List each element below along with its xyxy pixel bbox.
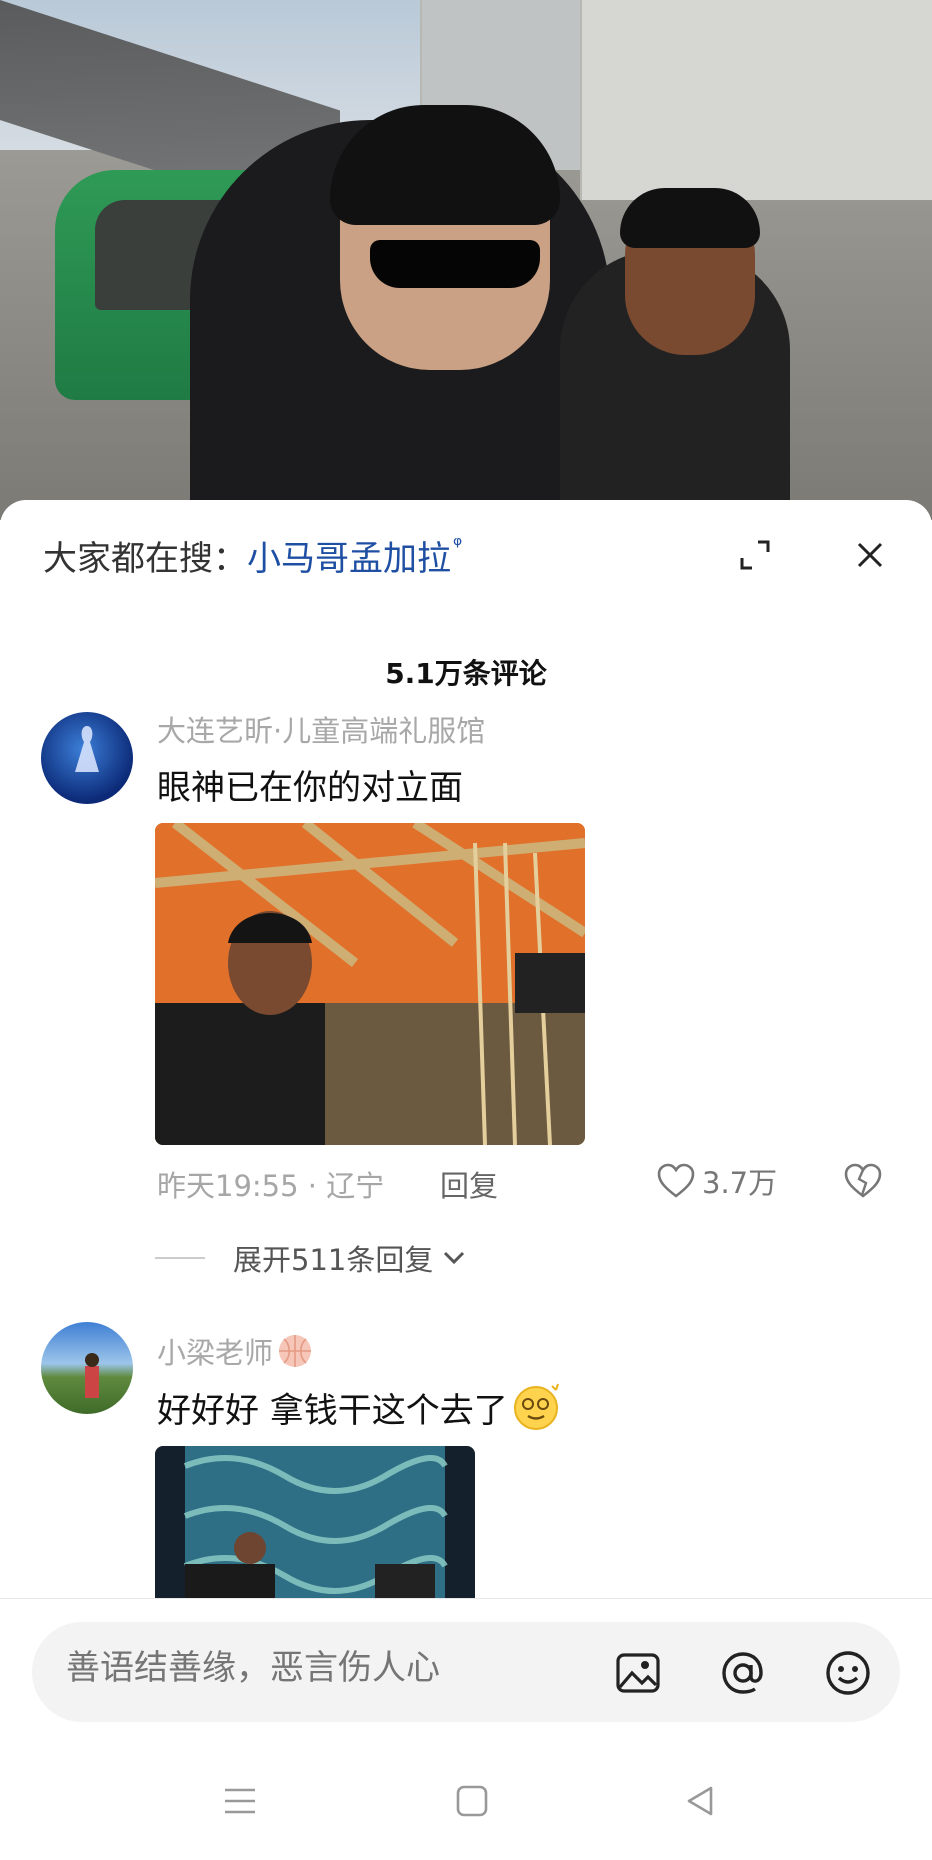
- avatar[interactable]: [41, 1322, 133, 1414]
- comment-text: 眼神已在你的对立面: [157, 768, 463, 808]
- emoji-button[interactable]: [823, 1648, 873, 1698]
- chevron-down-icon: [444, 1251, 465, 1265]
- dizzy-emoji-icon: [513, 1383, 559, 1430]
- search-suggestion-label: 大家都在搜：: [43, 538, 247, 579]
- comment-username-row[interactable]: 小梁老师: [157, 1330, 313, 1372]
- video-sunglasses: [370, 240, 540, 288]
- divider: [155, 1257, 205, 1259]
- like-count: 3.7万: [702, 1166, 778, 1200]
- comment-count: 5.1万条评论: [385, 657, 547, 690]
- expand-icon: [740, 540, 770, 570]
- comment-image[interactable]: [155, 823, 585, 1145]
- comment-image[interactable]: [155, 1446, 475, 1598]
- broken-heart-icon: [844, 1163, 882, 1198]
- dislike-button[interactable]: [838, 1156, 888, 1206]
- mention-button[interactable]: [718, 1648, 768, 1698]
- comment-username: 小梁老师: [157, 1336, 274, 1370]
- expand-replies-label: 展开511条回复: [233, 1243, 434, 1277]
- nav-menu-button[interactable]: [210, 1776, 270, 1826]
- close-icon: [857, 542, 883, 568]
- close-button[interactable]: [845, 530, 895, 580]
- comment-text-row: 好好好 拿钱干这个去了: [157, 1382, 562, 1432]
- comment-input[interactable]: [64, 1648, 508, 1689]
- comment-time-location: 昨天19:55 · 辽宁: [157, 1169, 385, 1203]
- expand-replies[interactable]: 展开511条回复: [155, 1237, 467, 1279]
- video-person-hair: [620, 188, 760, 248]
- heart-icon: [657, 1163, 695, 1198]
- image-button[interactable]: [613, 1648, 663, 1698]
- avatar[interactable]: [41, 712, 133, 804]
- at-sign-icon: [722, 1652, 763, 1694]
- back-triangle-icon: [687, 1786, 713, 1816]
- comment-username[interactable]: 大连艺昕·儿童高端礼服馆: [157, 708, 485, 750]
- comment-text: 好好好 拿钱干这个去了: [157, 1390, 508, 1431]
- menu-icon: [225, 1788, 255, 1814]
- like-button[interactable]: 3.7万: [656, 1160, 777, 1202]
- smiley-icon: [826, 1651, 870, 1695]
- video-frame[interactable]: [0, 0, 932, 520]
- search-suggestion[interactable]: 大家都在搜： 小马哥孟加拉 ᵠ: [43, 530, 462, 580]
- basketball-icon: [279, 1335, 312, 1367]
- nav-back-button[interactable]: [670, 1776, 730, 1826]
- image-icon: [616, 1653, 660, 1693]
- search-suggestion-term[interactable]: 小马哥孟加拉: [247, 531, 451, 580]
- home-square-icon: [456, 1785, 488, 1817]
- search-icon: ᵠ: [453, 532, 463, 558]
- video-building: [580, 0, 932, 200]
- reply-button[interactable]: 回复: [440, 1163, 498, 1205]
- expand-button[interactable]: [730, 530, 780, 580]
- nav-home-button[interactable]: [442, 1776, 502, 1826]
